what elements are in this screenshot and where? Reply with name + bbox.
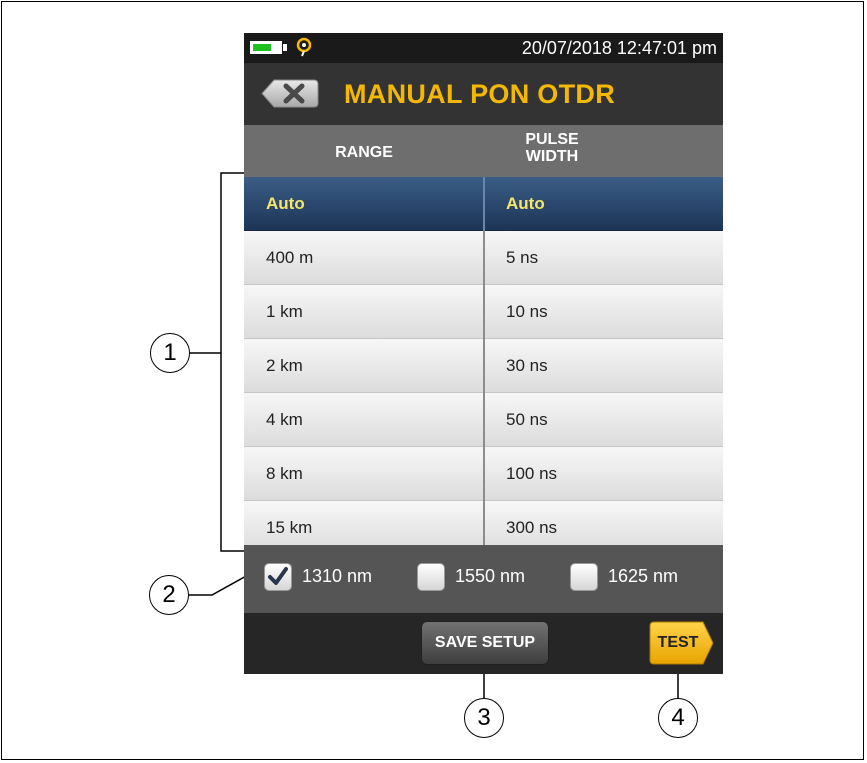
page-title: MANUAL PON OTDR — [344, 79, 615, 109]
column-divider — [483, 231, 485, 285]
range-cell[interactable]: 4 km — [266, 393, 303, 447]
location-pin-icon — [296, 37, 312, 57]
column-divider — [483, 447, 485, 501]
wavelength-checkbox[interactable] — [264, 563, 292, 591]
device-screen: 20/07/2018 12:47:01 pm MANUAL PON OTDR R… — [244, 33, 723, 674]
range-column-header: RANGE — [335, 144, 393, 161]
pulse-header-line-1: PULSE — [525, 131, 579, 148]
column-headers: RANGE PULSE WIDTH — [244, 125, 723, 177]
range-cell[interactable]: 1 km — [266, 285, 303, 339]
column-divider — [483, 393, 485, 447]
pulse-cell[interactable]: 30 ns — [506, 339, 548, 393]
range-cell[interactable]: 400 m — [266, 231, 313, 285]
table-row[interactable]: 8 km 100 ns — [244, 447, 723, 501]
column-divider — [483, 177, 485, 231]
table-row[interactable]: Auto Auto — [244, 177, 723, 231]
table-row[interactable]: 4 km 50 ns — [244, 393, 723, 447]
battery-icon — [250, 41, 282, 54]
callout-1: 1 — [150, 333, 190, 373]
pulse-cell[interactable]: 50 ns — [506, 393, 548, 447]
pulse-width-column-header: PULSE WIDTH — [492, 131, 612, 165]
column-divider — [483, 501, 485, 545]
pulse-cell[interactable]: 300 ns — [506, 501, 557, 545]
wavelength-label: 1625 nm — [608, 566, 679, 586]
table-row[interactable]: 15 km 300 ns — [244, 501, 723, 545]
test-button[interactable]: TEST — [649, 621, 715, 665]
callout-4: 4 — [658, 698, 698, 738]
checkmark-icon — [268, 567, 288, 585]
back-close-icon[interactable] — [260, 78, 320, 109]
callout-3: 3 — [464, 698, 504, 738]
battery-tip — [283, 44, 287, 51]
wavelength-checkbox[interactable] — [417, 563, 445, 591]
datetime: 20/07/2018 12:47:01 pm — [521, 38, 717, 58]
callout-2: 2 — [149, 575, 189, 615]
range-cell[interactable]: 2 km — [266, 339, 303, 393]
wavelength-label: 1310 nm — [302, 566, 373, 586]
pulse-cell[interactable]: 5 ns — [506, 231, 538, 285]
status-bar: 20/07/2018 12:47:01 pm — [244, 33, 723, 63]
pulse-cell[interactable]: Auto — [506, 177, 545, 231]
range-cell[interactable]: 8 km — [266, 447, 303, 501]
table-row[interactable]: 2 km 30 ns — [244, 339, 723, 393]
column-divider — [483, 285, 485, 339]
bottom-bar: SAVE SETUP TEST — [244, 613, 723, 674]
title-bar: MANUAL PON OTDR — [244, 63, 723, 125]
wavelength-checkbox[interactable] — [570, 563, 598, 591]
table-row[interactable]: 1 km 10 ns — [244, 285, 723, 339]
test-button-label: TEST — [657, 634, 699, 651]
range-cell[interactable]: Auto — [266, 177, 305, 231]
pulse-cell[interactable]: 10 ns — [506, 285, 548, 339]
pulse-header-line-2: WIDTH — [525, 148, 579, 165]
column-divider — [483, 339, 485, 393]
table-row[interactable]: 400 m 5 ns — [244, 231, 723, 285]
save-setup-button[interactable]: SAVE SETUP — [421, 621, 549, 665]
wavelength-label: 1550 nm — [455, 566, 526, 586]
wavelength-bar: 1310 nm 1550 nm 1625 nm — [244, 545, 723, 613]
range-cell[interactable]: 15 km — [266, 501, 312, 545]
pulse-cell[interactable]: 100 ns — [506, 447, 557, 501]
settings-table: Auto Auto 400 m 5 ns 1 km 10 ns 2 km 30 … — [244, 177, 723, 545]
